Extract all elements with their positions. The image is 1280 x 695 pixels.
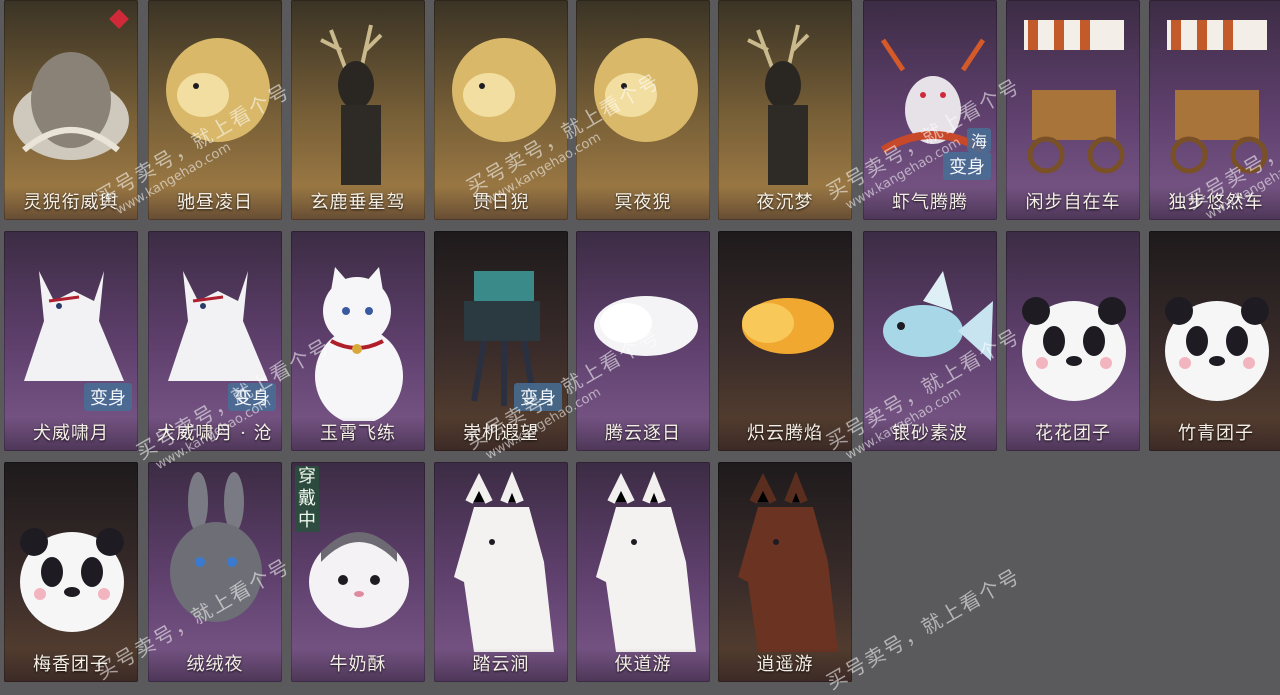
horse-icon	[596, 471, 696, 652]
mount-name: 虾气腾腾	[863, 186, 997, 220]
mount-name: 夜沉梦	[718, 186, 852, 220]
mount-name: 牛奶酥	[291, 648, 425, 682]
lion-icon	[594, 38, 698, 142]
mount-card[interactable]: 玄鹿垂星驾	[291, 0, 425, 220]
mount-card[interactable]: 梅香团子	[4, 462, 138, 682]
transform-badge: 变身	[943, 152, 991, 180]
transform-badge: 变身	[514, 383, 562, 411]
lion-icon	[452, 38, 556, 142]
cat-icon	[315, 267, 403, 421]
mount-card[interactable]: 独步悠然车	[1149, 0, 1280, 220]
mount-name: 花花团子	[1006, 417, 1140, 451]
mount-card[interactable]: 海变身虾气腾腾	[863, 0, 997, 220]
deer-icon	[747, 24, 810, 185]
mount-name: 冥夜猊	[576, 186, 710, 220]
fish-icon	[883, 271, 993, 361]
mount-card[interactable]: 驰昼凌日	[148, 0, 282, 220]
transform-badge: 变身	[228, 383, 276, 411]
mount-name: 驰昼凌日	[148, 186, 282, 220]
mount-card[interactable]: 变身犬威啸月 · 沧	[148, 231, 282, 451]
mount-card[interactable]: 逍遥游	[718, 462, 852, 682]
mount-card[interactable]: 夜沉梦	[718, 0, 852, 220]
mount-name: 炽云腾焰	[718, 417, 852, 451]
mount-name: 逍遥游	[718, 648, 852, 682]
horse-icon	[738, 471, 838, 652]
cart-icon	[1167, 20, 1268, 174]
mount-name: 崇机遐望	[434, 417, 568, 451]
mount-name: 银砂素波	[863, 417, 997, 451]
mount-card[interactable]: 绒绒夜	[148, 462, 282, 682]
mount-card[interactable]: 腾云逐日	[576, 231, 710, 451]
mount-name: 犬威啸月	[4, 417, 138, 451]
mount-card[interactable]: 穿戴中牛奶酥	[291, 462, 425, 682]
transform-badge: 变身	[84, 383, 132, 411]
deer-icon	[320, 24, 383, 185]
mount-name: 竹青团子	[1149, 417, 1280, 451]
mount-card[interactable]: 变身犬威啸月	[4, 231, 138, 451]
mount-card[interactable]: 冥夜猊	[576, 0, 710, 220]
mount-card[interactable]: 银砂素波	[863, 231, 997, 451]
mount-name: 灵猊衔威舆	[4, 186, 138, 220]
mount-name: 贯日猊	[434, 186, 568, 220]
mount-name: 独步悠然车	[1149, 186, 1280, 220]
mount-name: 犬威啸月 · 沧	[148, 417, 282, 451]
mount-name: 绒绒夜	[148, 648, 282, 682]
lion-icon	[166, 38, 270, 142]
mount-card[interactable]: 踏云涧	[434, 462, 568, 682]
mount-name: 玉霄飞练	[291, 417, 425, 451]
element-badge: 海	[966, 128, 991, 152]
mount-name: 腾云逐日	[576, 417, 710, 451]
mount-card[interactable]: 炽云腾焰	[718, 231, 852, 451]
mount-card[interactable]: 闲步自在车	[1006, 0, 1140, 220]
cloud-icon	[594, 296, 698, 356]
mount-grid: 灵猊衔威舆 驰昼凌日 玄鹿垂星驾 贯日猊 冥夜猊 夜沉梦海变身 虾气腾腾 闲步自在车 独步悠然车…	[0, 0, 1280, 688]
mount-name: 踏云涧	[434, 648, 568, 682]
horse-icon	[454, 471, 554, 652]
cart-icon	[1024, 20, 1125, 174]
panda-icon	[1022, 297, 1126, 401]
mount-card[interactable]: 变身崇机遐望	[434, 231, 568, 451]
mount-name: 闲步自在车	[1006, 186, 1140, 220]
mount-card[interactable]: 贯日猊	[434, 0, 568, 220]
mount-name: 侠道游	[576, 648, 710, 682]
panda-icon	[1165, 297, 1269, 401]
rabbit-icon	[170, 472, 262, 622]
mount-card[interactable]: 灵猊衔威舆	[4, 0, 138, 220]
mount-name: 玄鹿垂星驾	[291, 186, 425, 220]
mount-card[interactable]: 玉霄飞练	[291, 231, 425, 451]
mount-name: 梅香团子	[4, 648, 138, 682]
cloud-icon	[742, 298, 834, 354]
mount-card[interactable]: 侠道游	[576, 462, 710, 682]
equipped-badge: 穿戴中	[295, 466, 319, 532]
mount-card[interactable]: 竹青团子	[1149, 231, 1280, 451]
mount-card[interactable]: 花花团子	[1006, 231, 1140, 451]
panda-icon	[20, 528, 124, 632]
